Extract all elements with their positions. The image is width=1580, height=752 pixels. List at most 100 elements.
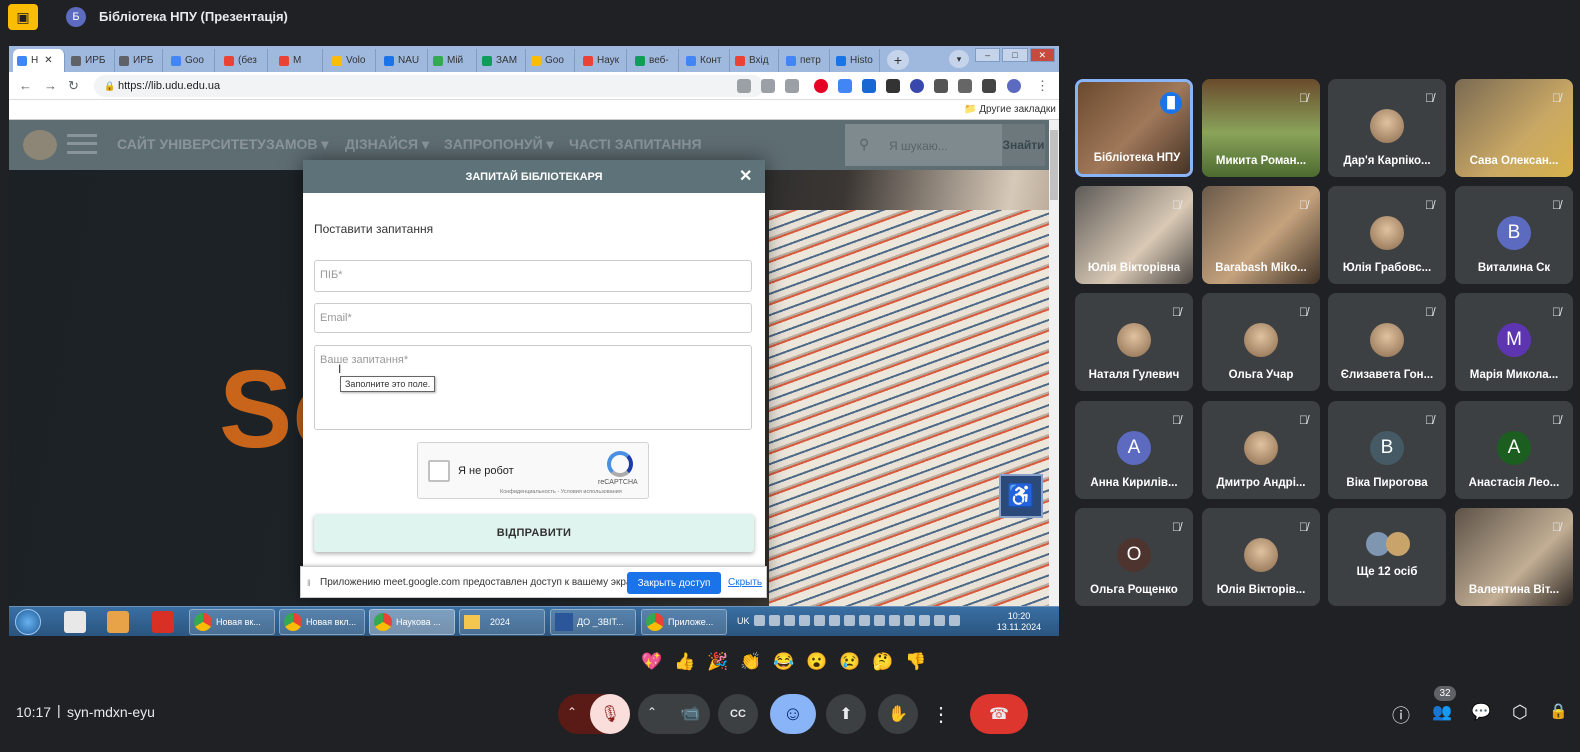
participant-tile[interactable]: М 🎙̸ Марія Микола... <box>1455 293 1573 391</box>
participant-tile[interactable]: В 🎙̸ Виталина Ск <box>1455 186 1573 284</box>
taskbar-item-word[interactable]: ДО _ЗВІТ... <box>550 609 636 635</box>
participant-tile[interactable]: 🎙̸ Barabash Miko... <box>1202 186 1320 284</box>
tray-icon[interactable] <box>919 615 930 626</box>
browser-tab[interactable]: ЗАМ <box>478 49 526 72</box>
reaction-emoji-button[interactable]: 😮 <box>805 650 829 674</box>
reaction-emoji-button[interactable]: 💖 <box>640 650 664 674</box>
reaction-emoji-button[interactable]: 😢 <box>838 650 862 674</box>
puzzle-icon[interactable] <box>958 79 972 93</box>
browser-tab[interactable]: Наук <box>579 49 627 72</box>
taskbar-item-chrome-2[interactable]: Новая вкл... <box>279 609 365 635</box>
more-options-icon[interactable]: ⋮ <box>928 694 954 734</box>
reaction-emoji-button[interactable]: 🤔 <box>871 650 895 674</box>
browser-tab[interactable]: Goo <box>527 49 575 72</box>
new-tab-button[interactable]: + <box>887 50 909 70</box>
tray-icon[interactable] <box>784 615 795 626</box>
tray-icon[interactable] <box>949 615 960 626</box>
browser-tab[interactable]: Вхід <box>731 49 779 72</box>
nav-faq[interactable]: ЧАСТІ ЗАПИТАННЯ <box>569 136 702 152</box>
participant-tile[interactable]: О 🎙̸ Ольга Рощенко <box>1075 508 1193 606</box>
participant-tile[interactable]: 🎙̸ Сава Олексан... <box>1455 79 1573 177</box>
participant-tile[interactable]: А 🎙̸ Анна Кирилів... <box>1075 401 1193 499</box>
extension-icon[interactable] <box>862 79 876 93</box>
taskbar-item-app[interactable]: Приложе... <box>641 609 727 635</box>
tab-search-icon[interactable]: ▾ <box>949 50 969 68</box>
captions-icon[interactable]: CC <box>718 694 758 734</box>
accessibility-icon[interactable]: ♿ <box>999 474 1043 518</box>
chevron-up-icon[interactable]: ⌃ <box>567 705 577 719</box>
search-button[interactable]: Знайти <box>1002 124 1045 166</box>
browser-tab[interactable]: веб- <box>631 49 679 72</box>
tray-icon[interactable] <box>754 615 765 626</box>
scrollbar-thumb[interactable] <box>1050 130 1058 200</box>
start-button[interactable] <box>15 609 41 635</box>
host-controls-icon[interactable]: 🔒 <box>1549 702 1568 720</box>
presentation-icon[interactable]: ▣ <box>8 4 38 30</box>
participant-tile[interactable]: Ще 12 осіб <box>1328 508 1446 606</box>
participant-tile[interactable]: 🎙̸ Юлія Грабовс... <box>1328 186 1446 284</box>
raise-hand-icon[interactable]: ✋ <box>878 694 918 734</box>
browser-tab[interactable]: ИРБ <box>67 49 115 72</box>
tray-icon[interactable] <box>859 615 870 626</box>
nav-learn[interactable]: ДІЗНАЙСЯ ▾ <box>345 136 429 153</box>
participant-tile[interactable]: 🎙̸ Микита Роман... <box>1202 79 1320 177</box>
participant-tile[interactable]: ▐▌ Бібліотека НПУ <box>1075 79 1193 177</box>
name-field[interactable]: ПІБ* <box>314 260 752 292</box>
participant-tile[interactable]: 🎙̸ Юлія Вікторівна <box>1075 186 1193 284</box>
people-icon[interactable]: 👥 <box>1432 702 1452 722</box>
info-icon[interactable]: ⓘ <box>1392 702 1410 728</box>
browser-tab[interactable]: Н ✕ <box>13 49 65 72</box>
participant-tile[interactable]: 🎙̸ Юлія Вікторів... <box>1202 508 1320 606</box>
tray-icon[interactable] <box>874 615 885 626</box>
share-icon[interactable] <box>761 79 775 93</box>
chevron-up-icon[interactable]: ⌃ <box>647 705 657 719</box>
eye-off-icon[interactable] <box>737 79 751 93</box>
hamburger-icon[interactable] <box>67 134 97 154</box>
email-field[interactable]: Email* <box>314 303 752 333</box>
tray-icon[interactable] <box>769 615 780 626</box>
bookmark-star-icon[interactable] <box>785 79 799 93</box>
nav-propose[interactable]: ЗАПРОПОНУЙ ▾ <box>444 136 554 153</box>
tray-icon[interactable] <box>799 615 810 626</box>
page-scrollbar[interactable] <box>1049 120 1059 606</box>
activities-icon[interactable]: ⬡ <box>1512 702 1528 723</box>
tray-icon[interactable] <box>934 615 945 626</box>
tray-icon[interactable] <box>889 615 900 626</box>
bookmark-folder[interactable]: 📁 Другие закладки <box>964 104 1056 115</box>
profile-avatar[interactable] <box>1007 79 1021 93</box>
browser-tab[interactable]: Конт <box>682 49 730 72</box>
browser-tab[interactable]: петр <box>782 49 830 72</box>
browser-tab[interactable]: NAU <box>380 49 428 72</box>
emoji-icon[interactable]: ☺ <box>770 694 816 734</box>
participant-tile[interactable]: 🎙̸ Єлизавета Гон... <box>1328 293 1446 391</box>
taskbar-item-chrome-1[interactable]: Новая вк... <box>189 609 275 635</box>
close-tab-icon[interactable]: ✕ <box>44 55 52 66</box>
participant-tile[interactable]: 🎙̸ Ольга Учар <box>1202 293 1320 391</box>
taskbar-item-folder[interactable]: 2024 <box>459 609 545 635</box>
close-window-button[interactable]: ✕ <box>1029 48 1055 62</box>
participant-tile[interactable]: 🎙̸ Дар'я Карпіко... <box>1328 79 1446 177</box>
camera-icon[interactable]: 📹 <box>680 703 700 723</box>
minimize-button[interactable]: – <box>975 48 1001 62</box>
address-bar[interactable]: https://lib.udu.edu.ua <box>94 75 764 97</box>
maximize-button[interactable]: □ <box>1002 48 1028 62</box>
side-panel-icon[interactable] <box>982 79 996 93</box>
extension-icon[interactable] <box>934 79 948 93</box>
close-icon[interactable]: ✕ <box>739 166 752 186</box>
browser-tab[interactable]: Мій <box>429 49 477 72</box>
hide-notice-link[interactable]: Скрыть <box>728 577 762 588</box>
drag-handle-icon[interactable]: ‖ <box>307 578 311 588</box>
extension-icon[interactable] <box>910 79 924 93</box>
reaction-emoji-button[interactable]: 😂 <box>772 650 796 674</box>
tray-icon[interactable] <box>814 615 825 626</box>
browser-tab[interactable]: Goo <box>167 49 215 72</box>
submit-button[interactable]: ВІДПРАВИТИ <box>314 514 754 552</box>
menu-icon[interactable]: ⋮ <box>1036 78 1049 94</box>
site-search[interactable]: ⚲ Я шукаю... Знайти <box>845 124 1045 166</box>
site-logo[interactable] <box>23 130 57 160</box>
reaction-emoji-button[interactable]: 👎 <box>904 650 928 674</box>
taskbar-item-chrome-3[interactable]: Наукова ... <box>369 609 455 635</box>
reload-icon[interactable]: ↻ <box>68 78 79 94</box>
tray-icon[interactable] <box>829 615 840 626</box>
browser-tab[interactable]: (без <box>220 49 268 72</box>
